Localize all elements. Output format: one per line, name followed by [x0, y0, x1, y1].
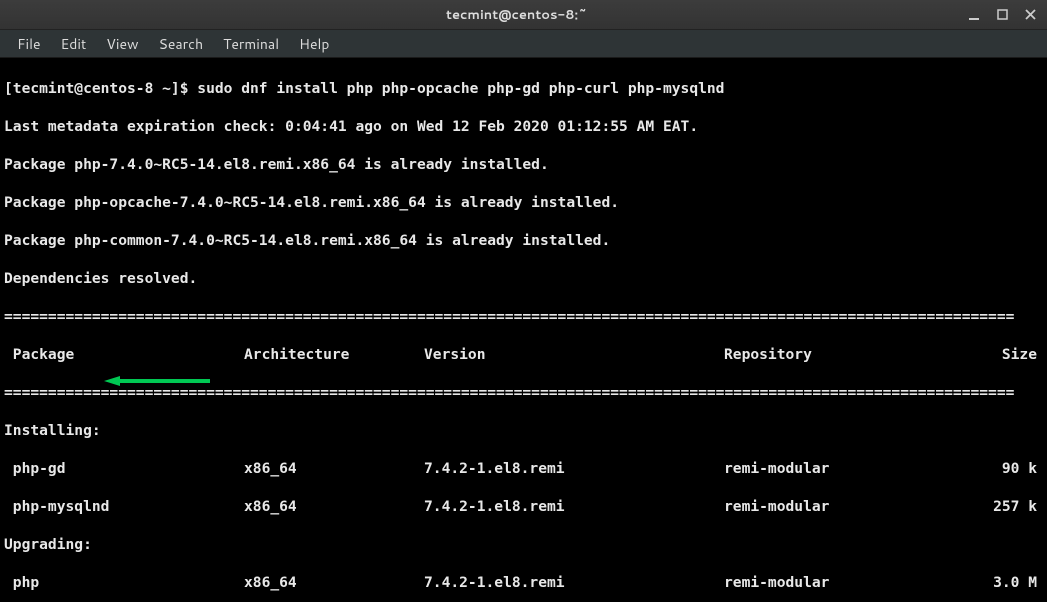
window-title: tecmint@centos-8:~: [66, 6, 967, 24]
minimize-icon: [968, 9, 980, 21]
section-upgrading: Upgrading:: [4, 535, 1043, 554]
command: sudo dnf install php php-opcache php-gd …: [197, 80, 724, 97]
table-row: php-gdx86_647.4.2-1.el8.remiremi-modular…: [4, 459, 1043, 478]
divider: ========================================…: [4, 307, 1043, 326]
output-line: Package php-opcache-7.4.0~RC5-14.el8.rem…: [4, 193, 1043, 212]
cell-size: 90 k: [954, 459, 1043, 478]
cell-arch: x86_64: [244, 497, 424, 516]
close-icon: [1025, 9, 1036, 20]
cell-pkg: php-gd: [4, 459, 244, 478]
menu-help[interactable]: Help: [290, 31, 338, 57]
col-architecture: Architecture: [244, 345, 424, 364]
col-version: Version: [424, 345, 724, 364]
output-line: Dependencies resolved.: [4, 269, 1043, 288]
minimize-button[interactable]: [967, 8, 981, 22]
terminal-window: tecmint@centos-8:~ File Edit View Search…: [0, 0, 1047, 602]
menu-search[interactable]: Search: [150, 31, 213, 57]
col-size: Size: [954, 345, 1043, 364]
col-package: Package: [4, 345, 244, 364]
col-repository: Repository: [724, 345, 954, 364]
cell-pkg: php-mysqlnd: [4, 497, 244, 516]
terminal-content[interactable]: [tecmint@centos-8 ~]$ sudo dnf install p…: [0, 58, 1047, 602]
table-row: php-mysqlndx86_647.4.2-1.el8.remiremi-mo…: [4, 497, 1043, 516]
menu-view[interactable]: View: [97, 31, 147, 57]
close-button[interactable]: [1023, 8, 1037, 22]
cell-ver: 7.4.2-1.el8.remi: [424, 573, 724, 592]
cell-repo: remi-modular: [724, 459, 954, 478]
cell-pkg: php: [4, 573, 244, 592]
window-controls: [967, 8, 1041, 22]
menubar: File Edit View Search Terminal Help: [0, 30, 1047, 58]
cell-size: 3.0 M: [954, 573, 1043, 592]
cell-size: 257 k: [954, 497, 1043, 516]
menu-terminal[interactable]: Terminal: [214, 31, 288, 57]
maximize-button[interactable]: [995, 8, 1009, 22]
cell-ver: 7.4.2-1.el8.remi: [424, 497, 724, 516]
divider: ========================================…: [4, 383, 1043, 402]
cell-arch: x86_64: [244, 459, 424, 478]
maximize-icon: [997, 9, 1008, 20]
output-line: Package php-7.4.0~RC5-14.el8.remi.x86_64…: [4, 155, 1043, 174]
cell-repo: remi-modular: [724, 497, 954, 516]
menu-edit[interactable]: Edit: [52, 31, 96, 57]
output-line: Last metadata expiration check: 0:04:41 …: [4, 117, 1043, 136]
titlebar: tecmint@centos-8:~: [0, 0, 1047, 30]
cell-repo: remi-modular: [724, 573, 954, 592]
cell-arch: x86_64: [244, 573, 424, 592]
menu-file[interactable]: File: [8, 31, 50, 57]
table-header: PackageArchitectureVersionRepositorySize: [4, 345, 1043, 364]
table-row: phpx86_647.4.2-1.el8.remiremi-modular3.0…: [4, 573, 1043, 592]
prompt-line: [tecmint@centos-8 ~]$ sudo dnf install p…: [4, 79, 1043, 98]
prompt: [tecmint@centos-8 ~]$: [4, 80, 197, 97]
cell-ver: 7.4.2-1.el8.remi: [424, 459, 724, 478]
output-line: Package php-common-7.4.0~RC5-14.el8.remi…: [4, 231, 1043, 250]
section-installing: Installing:: [4, 421, 1043, 440]
